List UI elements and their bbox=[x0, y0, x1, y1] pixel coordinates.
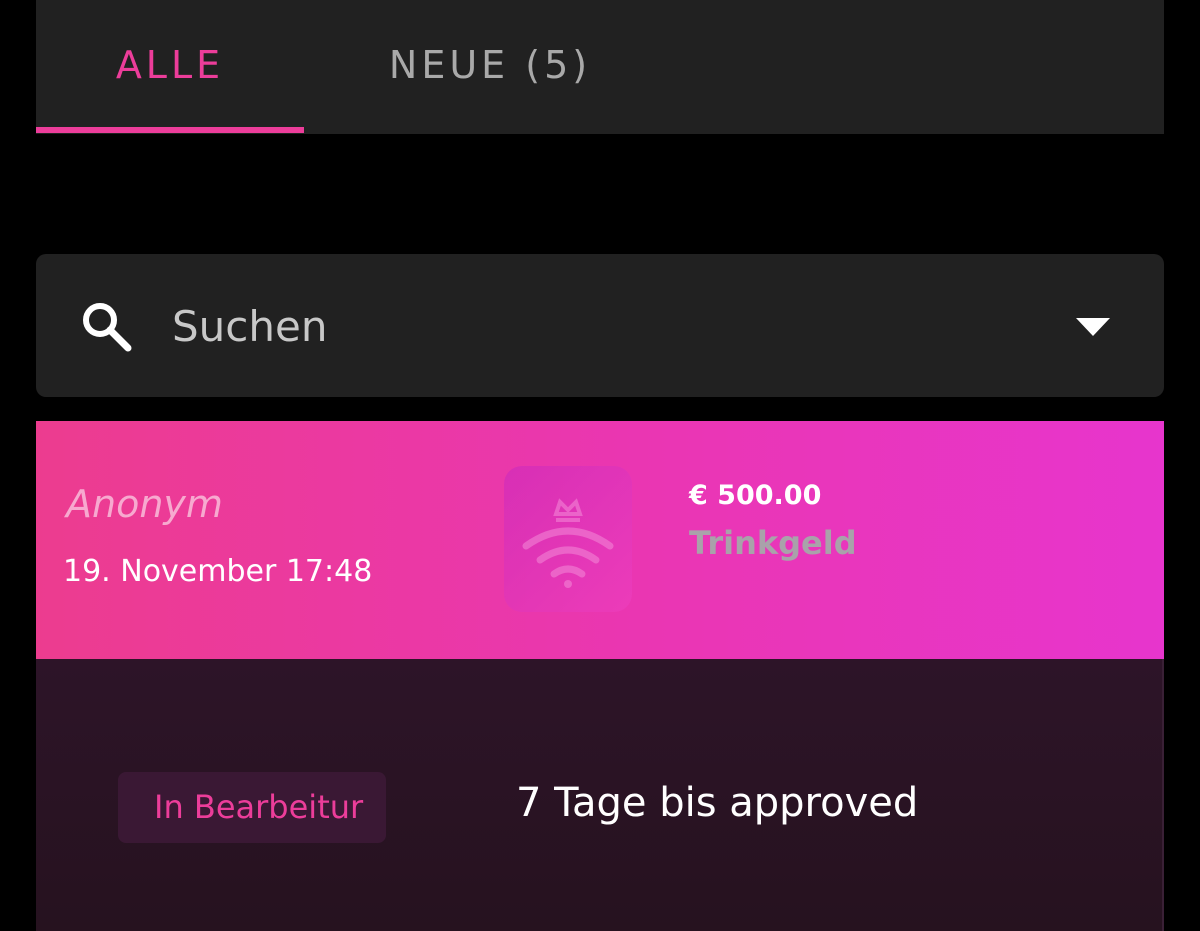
crown-wifi-logo bbox=[504, 466, 632, 612]
sender-name: Anonym bbox=[66, 482, 223, 526]
caret-down-icon[interactable] bbox=[1076, 318, 1110, 336]
tab-all[interactable]: ALLE bbox=[36, 0, 304, 130]
search-icon bbox=[83, 303, 132, 352]
tab-new[interactable]: NEUE (5) bbox=[304, 0, 676, 130]
tab-new-label: NEUE (5) bbox=[388, 43, 592, 87]
active-tab-indicator bbox=[36, 127, 304, 133]
transaction-amount: € 500.00 bbox=[689, 480, 822, 511]
tab-all-label: ALLE bbox=[115, 43, 225, 87]
status-label: In Bearbeitur bbox=[154, 788, 364, 826]
search-input[interactable] bbox=[172, 290, 1032, 362]
status-badge: In Bearbeitur bbox=[118, 772, 386, 843]
transaction-type: Trinkgeld bbox=[689, 524, 857, 562]
tab-bar: ALLE NEUE (5) bbox=[36, 0, 1164, 134]
transaction-datetime: 19. November 17:48 bbox=[63, 554, 373, 589]
approval-countdown: 7 Tage bis approved bbox=[516, 780, 919, 826]
